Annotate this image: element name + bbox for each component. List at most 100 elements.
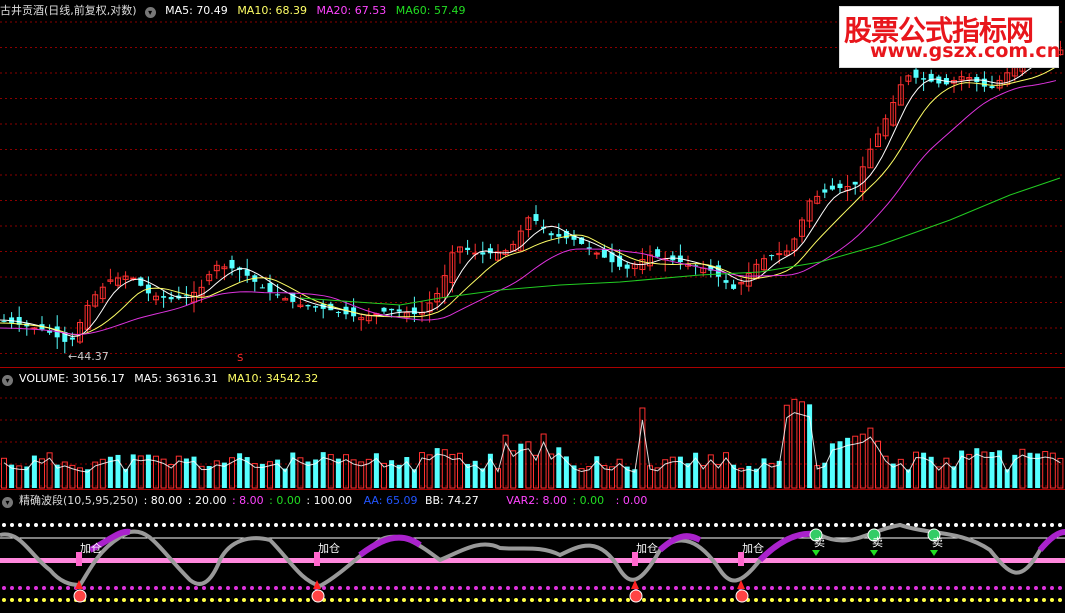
bottom-dot bbox=[610, 586, 614, 590]
param-7: : 0.00 bbox=[615, 494, 648, 507]
top-dot bbox=[1058, 523, 1062, 527]
volume-ma10-legend: MA10: 34542.32 bbox=[227, 372, 319, 385]
bottom-dot bbox=[162, 586, 166, 590]
bottom-dot bbox=[90, 586, 94, 590]
param-4: : 0.00 bbox=[269, 494, 301, 507]
bottom-dot bbox=[858, 598, 862, 602]
candle-body bbox=[586, 247, 592, 249]
top-dot bbox=[58, 523, 62, 527]
top-dot bbox=[770, 523, 774, 527]
bottom-dot bbox=[58, 586, 62, 590]
top-dot bbox=[162, 523, 166, 527]
bottom-dot bbox=[338, 598, 342, 602]
bottom-dot bbox=[794, 586, 798, 590]
bottom-dot bbox=[34, 598, 38, 602]
top-dot bbox=[610, 523, 614, 527]
bottom-dot bbox=[394, 598, 398, 602]
bottom-dot bbox=[266, 598, 270, 602]
bottom-dot bbox=[114, 586, 118, 590]
top-dot bbox=[530, 523, 534, 527]
bottom-dot bbox=[146, 586, 150, 590]
top-dot bbox=[794, 523, 798, 527]
bottom-dot bbox=[458, 586, 462, 590]
bottom-dot bbox=[298, 598, 302, 602]
bottom-dot bbox=[418, 586, 422, 590]
bottom-dot bbox=[178, 598, 182, 602]
top-dot bbox=[242, 523, 246, 527]
bottom-dot bbox=[50, 598, 54, 602]
volume-chart[interactable] bbox=[0, 368, 1065, 489]
bottom-dot bbox=[186, 598, 190, 602]
dropdown-icon[interactable]: ▾ bbox=[144, 7, 156, 18]
top-dot bbox=[754, 523, 758, 527]
bottom-dot bbox=[602, 598, 606, 602]
bottom-dot bbox=[850, 598, 854, 602]
bottom-dot bbox=[138, 586, 142, 590]
bottom-dot bbox=[1010, 586, 1014, 590]
bottom-dot bbox=[594, 586, 598, 590]
top-dot bbox=[618, 523, 622, 527]
bottom-dot bbox=[290, 598, 294, 602]
bottom-dot bbox=[50, 586, 54, 590]
dropdown-icon[interactable]: ▾ bbox=[2, 375, 13, 386]
bottom-dot bbox=[482, 598, 486, 602]
bottom-dot bbox=[10, 598, 14, 602]
bottom-dot bbox=[258, 586, 262, 590]
volume-chart-panel[interactable]: ▾ VOLUME: 30156.17 MA5: 36316.31 MA10: 34… bbox=[0, 368, 1065, 490]
bottom-dot bbox=[210, 598, 214, 602]
dropdown-icon[interactable]: ▾ bbox=[2, 497, 13, 508]
bottom-dot bbox=[882, 598, 886, 602]
ma10-line bbox=[0, 66, 1057, 336]
top-dot bbox=[634, 523, 638, 527]
add-position-label: 加仓 bbox=[636, 541, 658, 555]
bottom-dot bbox=[794, 598, 798, 602]
indicator-panel[interactable]: 加仓 加仓 加仓 加仓 卖 卖 卖 ▾ 精确波段(10,5,95,250) : 80.00 :… bbox=[0, 490, 1065, 613]
bottom-dot bbox=[834, 598, 838, 602]
stock-title: 古井贡酒(日线,前复权,对数) bbox=[0, 4, 137, 17]
bottom-dot bbox=[42, 586, 46, 590]
top-dot bbox=[458, 523, 462, 527]
bottom-dot bbox=[714, 586, 718, 590]
add-marker bbox=[76, 552, 82, 566]
indicator-chart[interactable]: 加仓 加仓 加仓 加仓 卖 卖 卖 bbox=[0, 490, 1065, 613]
top-dot bbox=[74, 523, 78, 527]
bottom-dot bbox=[970, 586, 974, 590]
bottom-dot bbox=[1042, 586, 1046, 590]
top-dot bbox=[1026, 523, 1030, 527]
bottom-dot bbox=[994, 586, 998, 590]
volume-legend: VOLUME: 30156.17 bbox=[19, 372, 125, 385]
bottom-dot bbox=[330, 598, 334, 602]
bottom-dot bbox=[754, 586, 758, 590]
top-dot bbox=[994, 523, 998, 527]
bottom-dot bbox=[834, 586, 838, 590]
bottom-dot bbox=[554, 586, 558, 590]
bottom-dot bbox=[818, 598, 822, 602]
top-dot bbox=[202, 523, 206, 527]
bottom-dot bbox=[890, 586, 894, 590]
top-dot bbox=[154, 523, 158, 527]
bottom-dot bbox=[458, 598, 462, 602]
top-dot bbox=[538, 523, 542, 527]
top-dot bbox=[626, 523, 630, 527]
top-dot bbox=[338, 523, 342, 527]
purple-wave bbox=[358, 534, 422, 558]
candle-body bbox=[335, 311, 341, 313]
down-arrow-icon bbox=[812, 550, 820, 556]
top-dot bbox=[746, 523, 750, 527]
bottom-dot bbox=[986, 598, 990, 602]
ma10-legend: MA10: 68.39 bbox=[237, 4, 308, 17]
bottom-dot bbox=[370, 586, 374, 590]
bottom-dot bbox=[306, 586, 310, 590]
top-dot bbox=[1034, 523, 1038, 527]
bottom-dot bbox=[338, 586, 342, 590]
top-dot bbox=[426, 523, 430, 527]
price-header: 古井贡酒(日线,前复权,对数) ▾ MA5: 70.49 MA10: 68.39 … bbox=[0, 3, 471, 18]
top-dot bbox=[650, 523, 654, 527]
price-chart-panel[interactable]: 古井贡酒(日线,前复权,对数) ▾ MA5: 70.49 MA10: 68.39 … bbox=[0, 0, 1065, 368]
bottom-dot bbox=[522, 598, 526, 602]
bottom-dot bbox=[722, 598, 726, 602]
bottom-dot bbox=[298, 586, 302, 590]
top-dot bbox=[10, 523, 14, 527]
bottom-dot bbox=[530, 598, 534, 602]
bottom-dot bbox=[538, 586, 542, 590]
